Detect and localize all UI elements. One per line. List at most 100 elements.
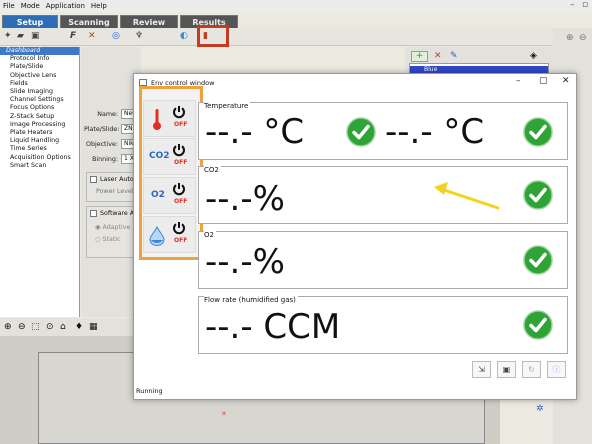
sidebar-item-acquisition-options[interactable]: Acquisition Options bbox=[0, 154, 79, 162]
floppy-icon: ▣ bbox=[502, 365, 511, 374]
temperature-section: Temperature --.- °C --.- °C bbox=[198, 102, 568, 160]
tab-setup[interactable]: Setup bbox=[2, 15, 58, 28]
binning-label: Binning: bbox=[92, 156, 118, 163]
minimize-icon[interactable]: – bbox=[570, 0, 575, 10]
check-icon bbox=[523, 180, 553, 210]
humidity-state: OFF bbox=[174, 237, 188, 244]
export-icon: ⇲ bbox=[478, 365, 485, 374]
check-icon bbox=[523, 245, 553, 275]
env-control-highlight bbox=[197, 25, 229, 47]
save-settings-button[interactable]: ▣ bbox=[497, 361, 516, 378]
drop-icon[interactable]: ◐ bbox=[180, 31, 188, 41]
stage-position-marker: ¤ bbox=[222, 410, 226, 417]
zoom-icon[interactable]: ⊕ bbox=[4, 322, 12, 332]
humidity-drop-icon bbox=[149, 226, 165, 246]
grid-icon[interactable]: ▦ bbox=[89, 322, 98, 332]
sidebar-item-objective-lens[interactable]: Objective Lens bbox=[0, 72, 79, 80]
new-icon[interactable]: ✦ bbox=[4, 31, 12, 41]
sidebar-item-fields[interactable]: Fields bbox=[0, 80, 79, 88]
laser-autofocus-checkbox[interactable] bbox=[90, 176, 97, 183]
delete-icon[interactable]: ✕ bbox=[434, 51, 442, 61]
ruler-icon[interactable]: ♦ bbox=[75, 322, 83, 332]
sidebar-item-channel-settings[interactable]: Channel Settings bbox=[0, 96, 79, 104]
sidebar-item-smart-scan[interactable]: Smart Scan bbox=[0, 162, 79, 170]
sidebar-item-plate-heaters[interactable]: Plate Heaters bbox=[0, 129, 79, 137]
sidebar-item-focus-options[interactable]: Focus Options bbox=[0, 104, 79, 112]
refresh-icon: ↻ bbox=[528, 365, 535, 374]
sidebar-item-image-processing[interactable]: Image Processing bbox=[0, 121, 79, 129]
restore-icon[interactable]: ▫ bbox=[582, 0, 588, 10]
plate-label: Plate/Slide: bbox=[84, 126, 120, 133]
menu-file[interactable]: File bbox=[3, 2, 15, 10]
power-level-label: Power Level bbox=[96, 188, 134, 195]
menu-bar: File Mode Application Help bbox=[0, 0, 592, 12]
adaptive-label: Adaptive bbox=[102, 224, 131, 231]
microscope-icon[interactable]: ♆ bbox=[135, 31, 143, 41]
sidebar-item-dashboard[interactable]: Dashboard bbox=[0, 47, 79, 56]
sidebar-item-liquid-handling[interactable]: Liquid Handling bbox=[0, 137, 79, 145]
arrow-annotation-icon bbox=[434, 182, 500, 210]
o2-label: O2 bbox=[151, 190, 165, 200]
tab-review[interactable]: Review bbox=[120, 15, 178, 28]
window-icon bbox=[139, 79, 147, 86]
dialog-minimize-icon[interactable]: – bbox=[516, 76, 521, 86]
settings-icon[interactable]: ✲ bbox=[536, 404, 544, 414]
software-autofocus-checkbox[interactable] bbox=[90, 210, 97, 217]
o2-toggle-button[interactable]: O2 OFF bbox=[143, 177, 196, 214]
stage-icon[interactable]: ✕ bbox=[88, 31, 96, 41]
flow-rate-value: --.- CCM bbox=[205, 307, 341, 347]
add-icon[interactable]: + bbox=[411, 51, 428, 62]
zoom-out-icon[interactable]: ⊖ bbox=[579, 33, 587, 43]
temperature-section-label: Temperature bbox=[204, 102, 251, 110]
refresh-button[interactable]: ↻ bbox=[522, 361, 541, 378]
humidity-toggle-button[interactable]: OFF bbox=[143, 216, 196, 253]
menu-mode[interactable]: Mode bbox=[21, 2, 40, 10]
info-icon: ⓘ bbox=[552, 365, 561, 374]
o2-value: --.-% bbox=[205, 242, 285, 282]
thermometer-icon bbox=[153, 109, 161, 130]
focus-icon[interactable]: F bbox=[70, 31, 76, 41]
flow-rate-section-label: Flow rate (humidified gas) bbox=[204, 296, 298, 304]
export-button[interactable]: ⇲ bbox=[472, 361, 491, 378]
target-icon[interactable]: ◎ bbox=[112, 31, 120, 41]
sidebar-item-time-series[interactable]: Time Series bbox=[0, 145, 79, 153]
adaptive-radio[interactable]: ◉ Adaptive bbox=[95, 224, 130, 231]
fit-icon[interactable]: ⊙ bbox=[46, 322, 54, 332]
o2-state: OFF bbox=[174, 198, 188, 205]
sidebar-item-plate-slide[interactable]: Plate/Slide bbox=[0, 63, 79, 71]
image-toolbar: ⊕ ⊖ ⬚ ⊙ ⌂ ♦ ▦ bbox=[0, 318, 140, 336]
palette-icon[interactable]: ◈ bbox=[530, 51, 537, 61]
dialog-close-icon[interactable]: ✕ bbox=[562, 76, 570, 86]
zoom-in-icon[interactable]: ⊕ bbox=[566, 33, 574, 43]
co2-toggle-button[interactable]: CO2 OFF bbox=[143, 138, 196, 175]
open-icon[interactable]: ▰ bbox=[17, 31, 24, 41]
menu-application[interactable]: Application bbox=[46, 2, 85, 10]
protocol-sidebar: Dashboard Protocol Info Plate/Slide Obje… bbox=[0, 47, 80, 317]
temperature-toggle-button[interactable]: OFF bbox=[143, 100, 196, 137]
static-radio[interactable]: ○ Static bbox=[95, 236, 121, 243]
edit-icon[interactable]: ✎ bbox=[450, 51, 458, 61]
o2-section: O2 --.-% bbox=[198, 231, 568, 289]
temperature-setpoint: --.- °C bbox=[385, 112, 485, 152]
objective-label: Objective: bbox=[86, 141, 118, 148]
power-icon bbox=[173, 106, 185, 119]
temperature-value: --.- °C bbox=[205, 112, 305, 152]
dialog-status: Running bbox=[136, 387, 163, 395]
home-icon[interactable]: ⌂ bbox=[60, 322, 66, 332]
select-region-icon[interactable]: ⬚ bbox=[31, 322, 40, 332]
sidebar-item-z-stack-setup[interactable]: Z-Stack Setup bbox=[0, 113, 79, 121]
dialog-maximize-icon[interactable]: ▢ bbox=[539, 76, 548, 86]
power-icon bbox=[173, 144, 185, 157]
power-icon bbox=[173, 222, 185, 235]
static-label: Static bbox=[102, 236, 121, 243]
zoom-out-small-icon[interactable]: ⊖ bbox=[18, 322, 26, 332]
save-icon[interactable]: ▣ bbox=[31, 31, 40, 41]
sidebar-item-slide-imaging[interactable]: Slide Imaging bbox=[0, 88, 79, 96]
tab-scanning[interactable]: Scanning bbox=[60, 15, 118, 28]
info-button[interactable]: ⓘ bbox=[547, 361, 566, 378]
mode-tabs: Setup Scanning Review Results bbox=[0, 12, 300, 28]
co2-section: CO2 --.-% bbox=[198, 166, 568, 224]
sidebar-item-protocol-info[interactable]: Protocol Info bbox=[0, 55, 79, 63]
menu-help[interactable]: Help bbox=[91, 2, 107, 10]
flow-rate-section: Flow rate (humidified gas) --.- CCM bbox=[198, 296, 568, 354]
